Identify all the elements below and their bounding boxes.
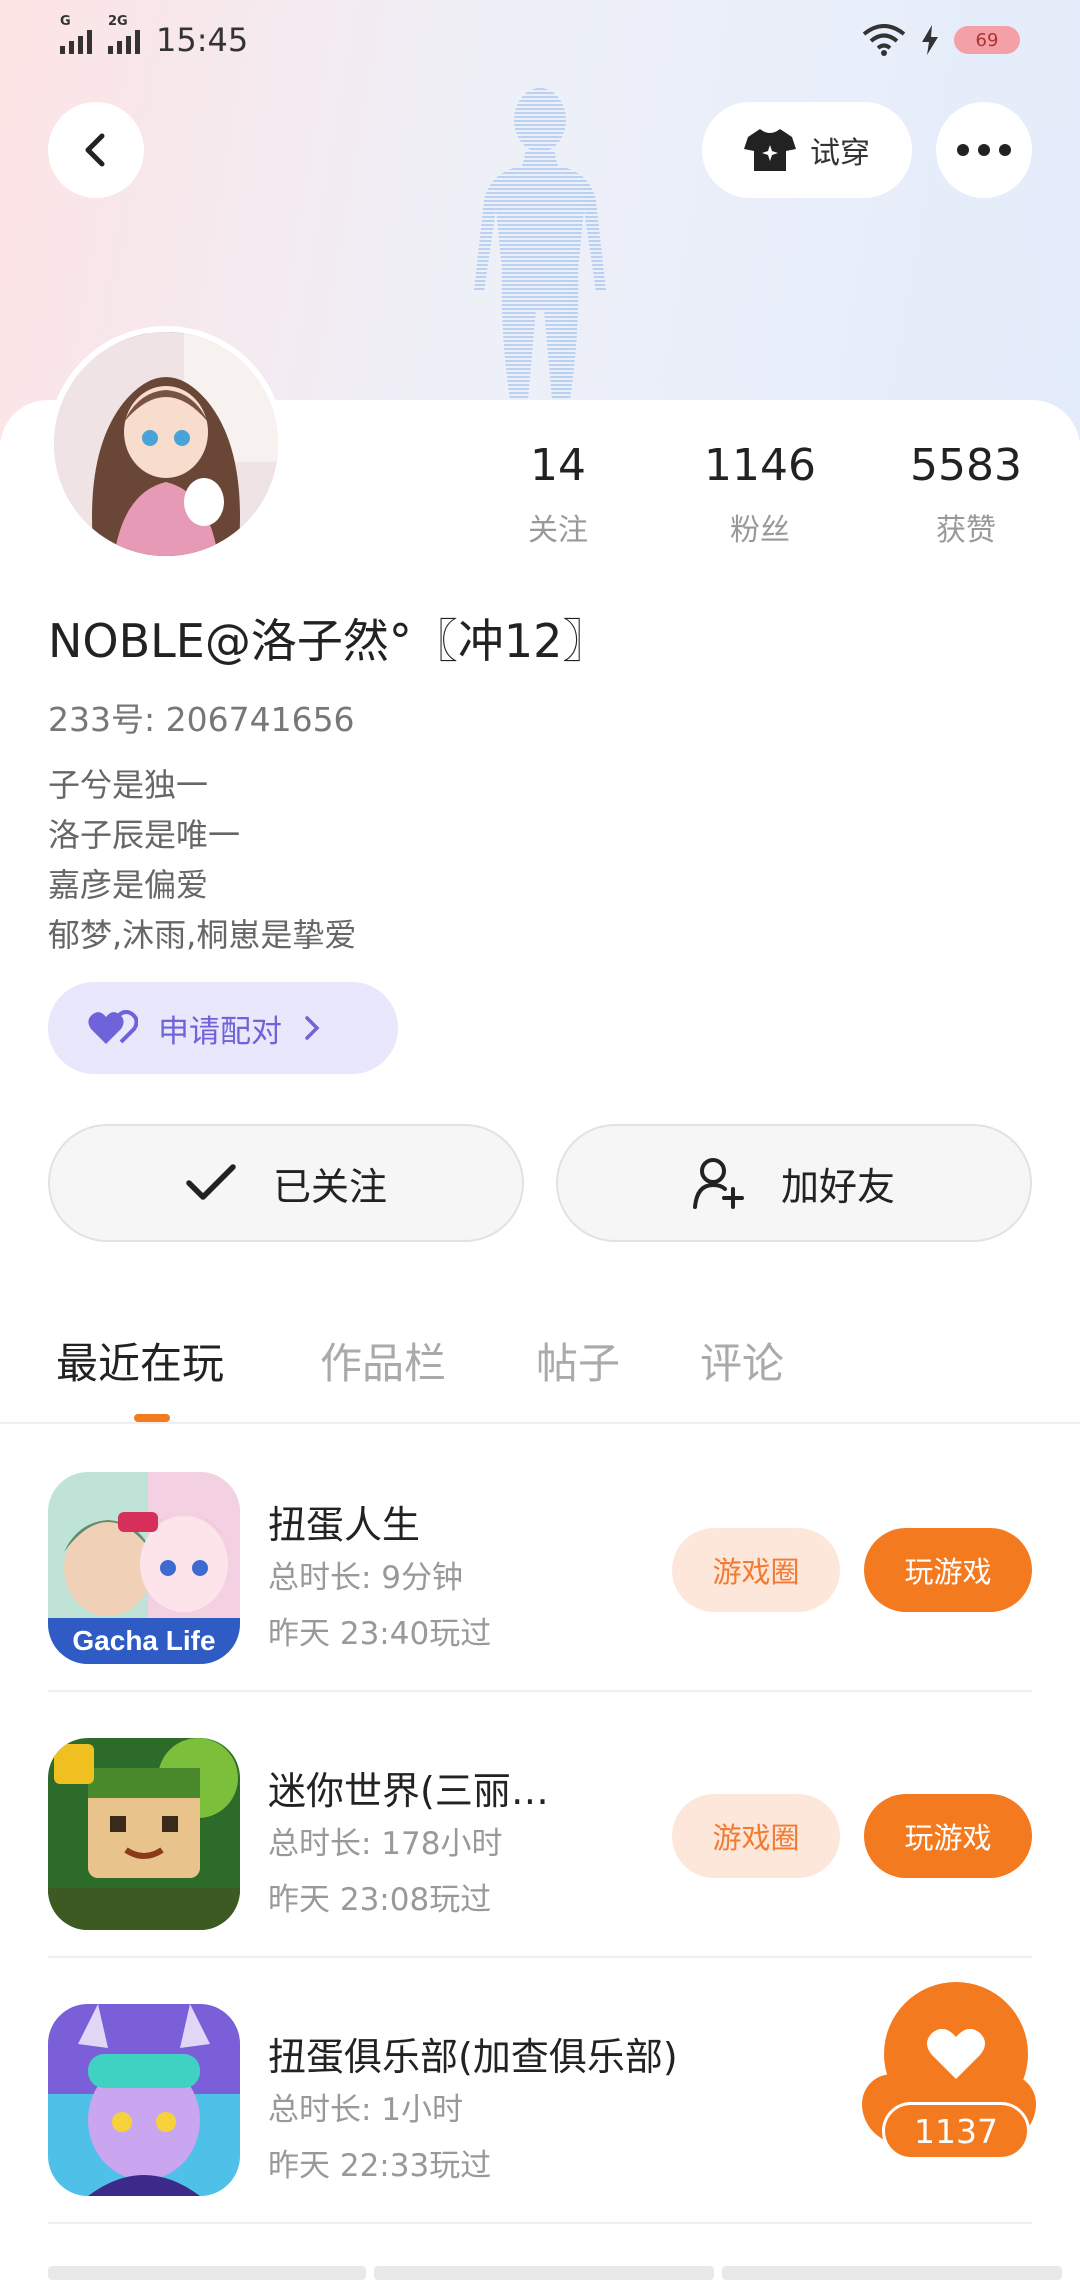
nickname: NOBLE@洛子然°〖冲12〗: [48, 614, 609, 668]
game-name: 迷你世界(三丽…: [268, 1769, 549, 1813]
wifi-icon: [862, 24, 906, 56]
play-game-button[interactable]: 玩游戏: [864, 1528, 1032, 1612]
like-count: 1137: [882, 2102, 1030, 2160]
avatar-image: [54, 332, 278, 556]
bio-line: 嘉彦是偏爱: [48, 866, 209, 904]
game-row[interactable]: 迷你世界(三丽… 总时长: 178小时 昨天 23:08玩过 游戏圈 玩游戏: [48, 1692, 1032, 1958]
bio-line: 郁梦,沐雨,桐崽是挚爱: [48, 916, 357, 954]
next-row-preview: [48, 2266, 1080, 2280]
avatar[interactable]: [48, 326, 284, 562]
like-floating-button[interactable]: 1137: [862, 1982, 1036, 2160]
chevron-left-icon: [85, 133, 105, 167]
signal-2g-icon: 2G: [108, 14, 140, 54]
profile-tabs: 最近在玩 作品栏 帖子 评论: [0, 1300, 1080, 1424]
game-name: 扭蛋人生: [268, 1503, 421, 1547]
signal-icon: G: [60, 14, 92, 54]
game-circle-button[interactable]: 游戏圈: [672, 1794, 840, 1878]
charging-icon: [922, 25, 938, 55]
game-last-played: 昨天 23:40玩过: [268, 1616, 492, 1652]
bio-line: 洛子辰是唯一: [48, 816, 241, 854]
game-icon[interactable]: [48, 1738, 240, 1930]
request-pair-button[interactable]: 申请配对: [48, 982, 398, 1074]
user-id: 233号: 206741656: [48, 700, 355, 739]
tshirt-icon: [744, 129, 796, 171]
game-last-played: 昨天 23:08玩过: [268, 1882, 492, 1918]
double-heart-icon: [88, 1010, 138, 1044]
play-game-button[interactable]: 玩游戏: [864, 1794, 1032, 1878]
checkmark-icon: [186, 1164, 236, 1200]
more-button[interactable]: [936, 102, 1032, 198]
game-row[interactable]: Gacha Life 扭蛋人生 总时长: 9分钟 昨天 23:40玩过 游戏圈 …: [48, 1426, 1032, 1692]
try-on-button[interactable]: 试穿: [702, 102, 912, 198]
game-duration: 总时长: 178小时: [268, 1826, 503, 1862]
tab-indicator: [134, 1414, 170, 1422]
more-dots-icon: [957, 144, 1011, 156]
chevron-right-icon: [305, 1016, 320, 1040]
game-icon-label: Gacha Life: [72, 1625, 215, 1656]
tab-posts[interactable]: 帖子: [536, 1330, 620, 1391]
game-icon[interactable]: Gacha Life: [48, 1472, 240, 1664]
tab-comments[interactable]: 评论: [700, 1330, 784, 1391]
game-name: 扭蛋俱乐部(加查俱乐部): [268, 2035, 678, 2079]
status-bar: G 2G 15:45 69: [0, 0, 1080, 80]
tab-recently-played[interactable]: 最近在玩: [56, 1330, 224, 1391]
game-circle-button[interactable]: 游戏圈: [672, 1528, 840, 1612]
bio-line: 子兮是独一: [48, 766, 209, 804]
bio: 子兮是独一 洛子辰是唯一 嘉彦是偏爱 郁梦,沐雨,桐崽是挚爱: [48, 760, 356, 960]
game-icon[interactable]: [48, 2004, 240, 2196]
game-duration: 总时长: 9分钟: [268, 1560, 464, 1596]
tab-works[interactable]: 作品栏: [320, 1330, 446, 1391]
heart-icon: [927, 2028, 985, 2079]
add-user-icon: [692, 1158, 744, 1209]
stat-likes[interactable]: 5583 获赞: [876, 440, 1056, 549]
stat-followers[interactable]: 1146 粉丝: [670, 440, 850, 549]
3d-avatar-figure: [474, 88, 606, 400]
game-last-played: 昨天 22:33玩过: [268, 2148, 492, 2184]
battery-icon: 69: [954, 26, 1020, 54]
stat-following[interactable]: 14 关注: [468, 440, 648, 549]
back-button[interactable]: [48, 102, 144, 198]
add-friend-button[interactable]: 加好友: [556, 1124, 1032, 1242]
followed-button[interactable]: 已关注: [48, 1124, 524, 1242]
clock: 15:45: [156, 21, 249, 59]
game-duration: 总时长: 1小时: [268, 2092, 464, 2128]
